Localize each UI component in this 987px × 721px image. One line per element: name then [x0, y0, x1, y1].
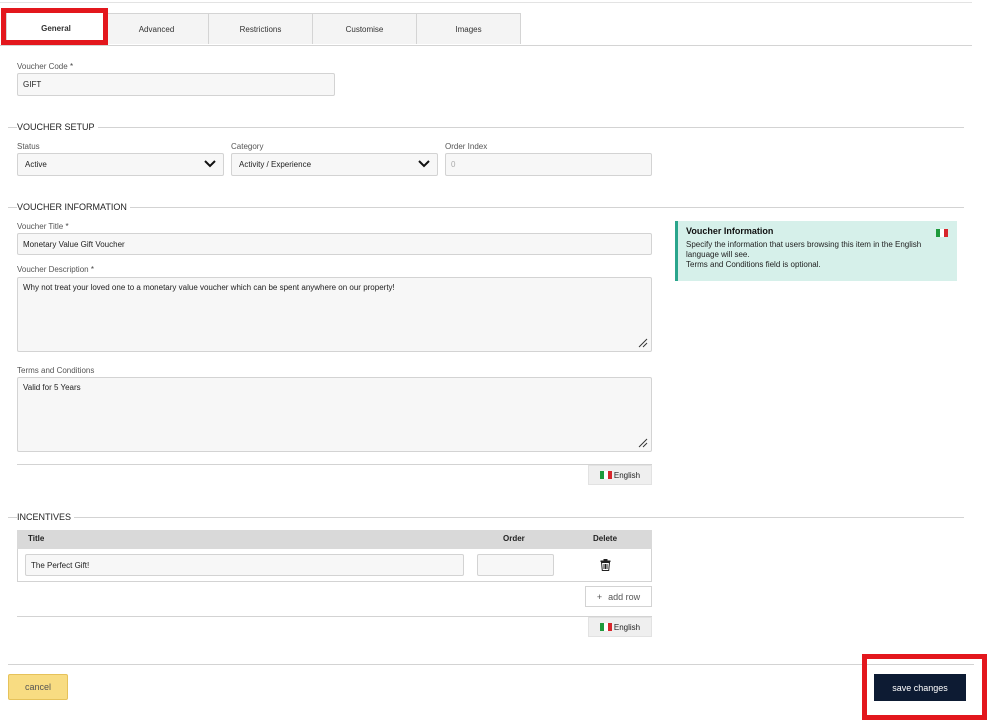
order-index-label: Order Index	[445, 142, 488, 151]
chevron-down-icon	[418, 160, 430, 168]
info-panel-title: Voucher Information	[686, 226, 774, 236]
terms-textarea[interactable]: Valid for 5 Years	[17, 377, 652, 452]
tab-general[interactable]: General	[6, 12, 106, 45]
language-label: English	[613, 470, 641, 480]
section-divider	[8, 517, 964, 518]
category-label: Category	[231, 142, 264, 151]
voucher-title-label: Voucher Title *	[17, 222, 69, 231]
resize-handle-icon[interactable]	[638, 338, 648, 348]
italy-flag-icon	[599, 623, 612, 631]
section-divider	[8, 127, 964, 128]
info-panel-text: Specify the information that users brows…	[686, 240, 922, 259]
tab-underline	[0, 45, 972, 46]
voucher-info-panel: Voucher Information Specify the informat…	[675, 221, 957, 281]
voucher-information-heading: VOUCHER INFORMATION	[17, 202, 130, 212]
language-label: English	[613, 622, 641, 632]
top-border	[0, 2, 972, 3]
plus-icon: +	[596, 591, 603, 602]
info-panel-note: Terms and Conditions field is optional.	[686, 260, 821, 269]
divider	[17, 464, 652, 465]
italy-flag-icon	[599, 471, 612, 479]
chevron-down-icon	[204, 160, 216, 168]
tab-restrictions[interactable]: Restrictions	[208, 13, 313, 44]
status-label: Status	[17, 142, 40, 151]
cancel-button[interactable]: cancel	[8, 674, 68, 700]
terms-label: Terms and Conditions	[17, 366, 95, 375]
voucher-title-input[interactable]: Monetary Value Gift Voucher	[17, 233, 652, 255]
italy-flag-icon	[936, 229, 948, 237]
incentive-order-input[interactable]	[477, 554, 554, 576]
column-title: Title	[28, 534, 45, 543]
voucher-code-label: Voucher Code *	[17, 62, 74, 71]
voucher-setup-heading: VOUCHER SETUP	[17, 122, 98, 132]
language-button-english[interactable]: English	[588, 465, 652, 485]
column-order: Order	[503, 534, 525, 543]
terms-text: Valid for 5 Years	[23, 383, 81, 392]
save-changes-button[interactable]: save changes	[874, 674, 966, 701]
voucher-description-label: Voucher Description *	[17, 265, 94, 274]
incentives-heading: INCENTIVES	[17, 512, 75, 522]
language-button-english[interactable]: English	[588, 617, 652, 637]
resize-handle-icon[interactable]	[638, 438, 648, 448]
add-row-button[interactable]: + add row	[585, 586, 652, 607]
category-value: Activity / Experience	[239, 160, 312, 169]
trash-icon[interactable]	[600, 559, 611, 571]
category-select[interactable]: Activity / Experience	[231, 153, 438, 176]
incentive-title-input[interactable]: The Perfect Gift!	[25, 554, 464, 576]
divider	[17, 616, 652, 617]
voucher-code-input[interactable]: GIFT	[17, 73, 335, 96]
tab-customise[interactable]: Customise	[312, 13, 417, 44]
tab-advanced[interactable]: Advanced	[104, 13, 209, 44]
footer-divider	[8, 664, 974, 665]
status-value: Active	[25, 160, 47, 169]
section-divider	[8, 207, 964, 208]
order-index-input[interactable]: 0	[445, 153, 652, 176]
status-select[interactable]: Active	[17, 153, 224, 176]
add-row-label: add row	[608, 591, 641, 602]
voucher-description-textarea[interactable]: Why not treat your loved one to a moneta…	[17, 277, 652, 352]
voucher-description-text: Why not treat your loved one to a moneta…	[23, 283, 395, 292]
tab-images[interactable]: Images	[416, 13, 521, 44]
column-delete: Delete	[593, 534, 618, 543]
incentives-table-header: Title Order Delete	[17, 530, 652, 549]
